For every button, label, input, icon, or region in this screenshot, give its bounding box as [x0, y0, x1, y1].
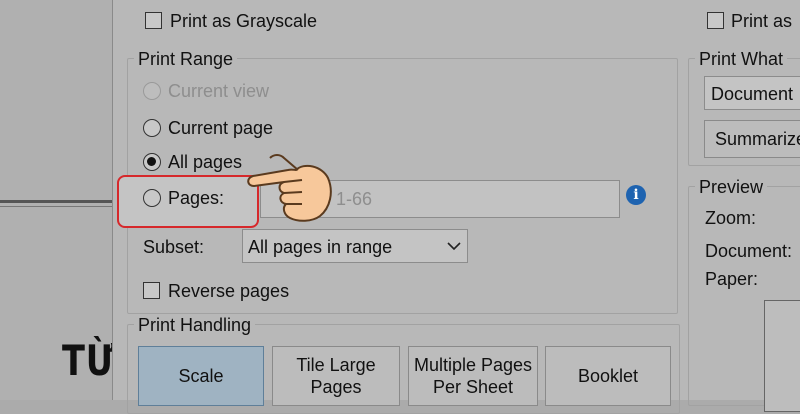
tab-scale[interactable]: Scale — [138, 346, 264, 406]
print-what-legend: Print What — [695, 49, 788, 69]
tab-booklet[interactable]: Booklet — [545, 346, 671, 406]
pages-label: Pages: — [168, 188, 225, 208]
all-pages-label: All pages — [168, 152, 243, 172]
subset-value: All pages in range — [248, 237, 393, 257]
grayscale-label: Print as Grayscale — [170, 11, 318, 31]
pages-radio[interactable] — [143, 189, 161, 207]
background-document: TỪ V — [0, 0, 153, 400]
current-page-label: Current page — [168, 118, 274, 138]
print-as-label: Print as — [731, 11, 793, 31]
document-rule — [0, 200, 112, 207]
current-view-radio[interactable] — [143, 82, 161, 100]
grayscale-checkbox[interactable] — [145, 12, 162, 29]
info-icon[interactable]: i — [626, 185, 646, 205]
paper-label: Paper: — [705, 269, 759, 289]
reverse-pages-label: Reverse pages — [168, 281, 290, 301]
print-range-legend: Print Range — [134, 49, 238, 69]
print-what-value: Document — [711, 84, 794, 104]
current-view-label: Current view — [168, 81, 270, 101]
reverse-pages-checkbox[interactable] — [143, 282, 160, 299]
print-what-select[interactable]: Document — [704, 76, 800, 110]
tab-tile-label: Tile Large Pages — [296, 355, 376, 397]
current-page-radio[interactable] — [143, 119, 161, 137]
summarize-label: Summarize — [715, 129, 800, 149]
all-pages-radio[interactable] — [143, 153, 161, 171]
tab-booklet-label: Booklet — [577, 366, 639, 386]
print-handling-legend: Print Handling — [134, 315, 256, 335]
tab-tile-large-pages[interactable]: Tile Large Pages — [272, 346, 400, 406]
summarize-button[interactable]: Summarize — [704, 120, 800, 158]
print-as-checkbox[interactable] — [707, 12, 724, 29]
subset-select[interactable]: All pages in range — [242, 229, 468, 263]
subset-label: Subset: — [143, 237, 205, 257]
preview-page — [764, 300, 800, 412]
tab-scale-label: Scale — [178, 366, 224, 386]
zoom-label: Zoom: — [705, 208, 757, 228]
tab-multiple-pages[interactable]: Multiple Pages Per Sheet — [408, 346, 538, 406]
pointing-hand-icon — [247, 154, 332, 222]
pages-input-placeholder: 1-66 — [336, 189, 373, 209]
tab-multiple-label: Multiple Pages Per Sheet — [413, 355, 533, 397]
chevron-down-icon — [447, 242, 461, 251]
document-label: Document: — [705, 241, 793, 261]
preview-legend: Preview — [695, 177, 768, 197]
